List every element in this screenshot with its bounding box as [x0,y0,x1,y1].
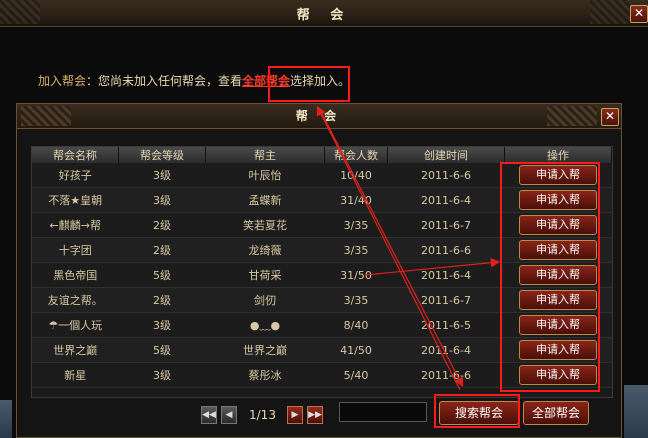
created-time-cell: 2011-6-6 [387,163,505,188]
guild-leader-cell: 叶辰怡 [205,163,325,188]
guild-name-cell: 友谊之帮。 [32,287,119,313]
info-prefix: 加入帮会 [38,74,87,88]
guild-name-cell: 世界之巅 [32,337,119,363]
right-edge-scenery [624,385,648,438]
dialog-close-icon[interactable]: ✕ [601,108,619,126]
guild-level-cell: 5级 [118,262,206,288]
created-time-cell: 2011-6-6 [387,362,505,388]
created-time-cell: 2011-6-7 [387,287,505,313]
first-page-icon[interactable]: ◀◀ [201,406,217,424]
guild-level-cell: 5级 [118,337,206,363]
guild-level-cell: 2级 [118,287,206,313]
dialog-titlebar: 帮 会 ✕ [17,104,621,129]
header-guild-level: 帮会等级 [118,147,206,163]
highlight-box-search [434,394,520,428]
title-ornament-right [590,0,630,24]
member-count-cell: 31/50 [324,262,388,288]
guild-leader-cell: 世界之巅 [205,337,325,363]
guild-leader-cell: 甘荷采 [205,262,325,288]
header-action: 操作 [504,147,612,163]
guild-leader-cell: 孟蝶新 [205,187,325,213]
guild-name-cell: 黑色帝国 [32,262,119,288]
table-header-row: 帮会名称 帮会等级 帮主 帮会人数 创建时间 操作 [32,147,612,163]
page-indicator: 1/13 [249,408,276,422]
guild-name-cell: ☂一個人玩 [32,312,119,338]
guild-level-cell: 3级 [118,312,206,338]
guild-level-cell: 2级 [118,237,206,263]
member-count-cell: 5/40 [324,362,388,388]
left-edge-scenery [0,400,12,438]
created-time-cell: 2011-6-5 [387,312,505,338]
guild-level-cell: 3级 [118,187,206,213]
guild-name-cell: 十字团 [32,237,119,263]
created-time-cell: 2011-6-7 [387,212,505,238]
outer-window-title: 帮 会 [296,8,352,23]
guild-level-cell: 2级 [118,212,206,238]
member-count-cell: 3/35 [324,287,388,313]
dialog-title: 帮 会 [295,109,343,123]
prev-page-icon[interactable]: ◀ [221,406,237,424]
guild-leader-cell: 蔡彤冰 [205,362,325,388]
guild-leader-cell: 剑仞 [205,287,325,313]
outer-close-icon[interactable]: ✕ [630,5,648,23]
guild-name-cell: 好孩子 [32,163,119,188]
next-page-icon[interactable]: ▶ [287,406,303,424]
guild-level-cell: 3级 [118,362,206,388]
header-guild-name: 帮会名称 [32,147,119,163]
outer-titlebar: 帮 会 ✕ [0,0,648,27]
dialog-ornament-right [547,106,597,126]
created-time-cell: 2011-6-6 [387,237,505,263]
highlight-box-link [268,66,350,102]
all-guilds-button[interactable]: 全部帮会 [523,401,589,425]
guild-name-cell: ←麒麟→帮 [32,212,119,238]
guild-level-cell: 3级 [118,163,206,188]
header-member-count: 帮会人数 [324,147,388,163]
created-time-cell: 2011-6-4 [387,337,505,363]
guild-leader-cell: 笑若夏花 [205,212,325,238]
highlight-box-apply-column [500,162,600,392]
member-count-cell: 41/50 [324,337,388,363]
header-guild-leader: 帮主 [205,147,325,163]
created-time-cell: 2011-6-4 [387,187,505,213]
member-count-cell: 10/40 [324,163,388,188]
created-time-cell: 2011-6-4 [387,262,505,288]
guild-name-cell: 新星 [32,362,119,388]
last-page-icon[interactable]: ▶▶ [307,406,323,424]
member-count-cell: 8/40 [324,312,388,338]
search-input[interactable] [339,402,427,422]
header-created-time: 创建时间 [387,147,505,163]
member-count-cell: 31/40 [324,187,388,213]
info-text-before: ：您尚未加入任何帮会，查看 [86,74,243,88]
guild-leader-cell: 龙绮薇 [205,237,325,263]
member-count-cell: 3/35 [324,237,388,263]
guild-name-cell: 不落★皇朝 [32,187,119,213]
guild-leader-cell: ●﹏● [205,312,325,338]
member-count-cell: 3/35 [324,212,388,238]
